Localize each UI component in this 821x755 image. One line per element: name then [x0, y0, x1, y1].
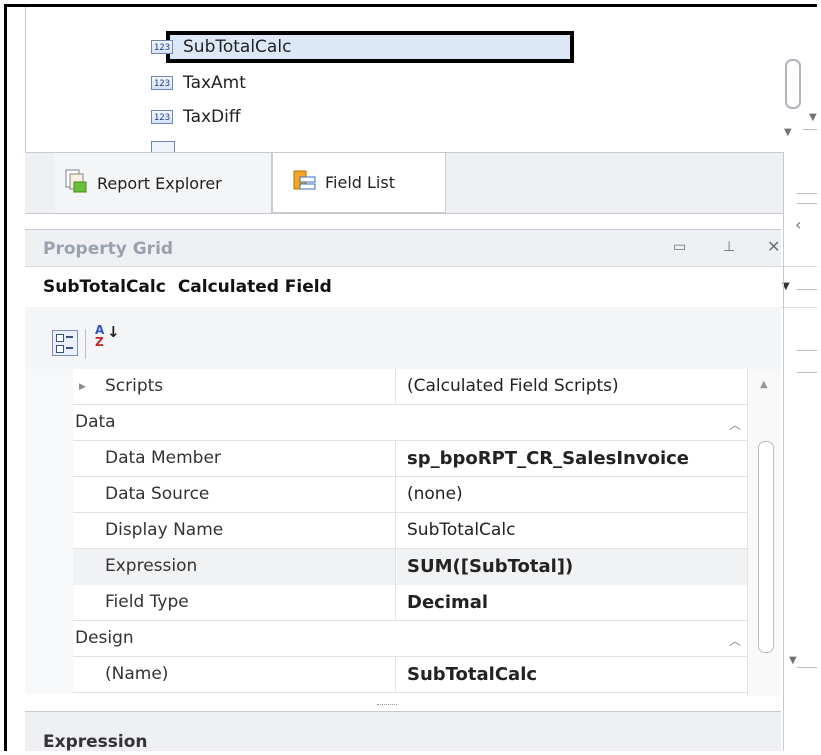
property-name: (Name)	[73, 657, 396, 693]
object-selector[interactable]: SubTotalCalc Calculated Field ▼	[25, 266, 817, 308]
property-value[interactable]: sp_bpoRPT_CR_SalesInvoice	[397, 441, 747, 477]
field-item-subtotalcalc[interactable]: 123 SubTotalCalc	[151, 33, 291, 61]
field-list-icon	[291, 168, 317, 198]
pin-icon[interactable]: ⊥	[723, 239, 735, 255]
property-value[interactable]: SubTotalCalc	[397, 513, 747, 549]
property-row-data-member[interactable]: Data Member sp_bpoRPT_CR_SalesInvoice	[25, 441, 781, 477]
divider	[797, 203, 817, 204]
selected-object-name: SubTotalCalc	[43, 277, 166, 297]
toolbar-separator	[85, 329, 86, 359]
close-icon[interactable]: ✕	[767, 237, 780, 256]
field-label: SubTotalCalc	[183, 37, 292, 57]
scroll-down-icon[interactable]: ▼	[784, 127, 792, 138]
field-label: TaxDiff	[183, 107, 241, 127]
property-value[interactable]: SubTotalCalc	[397, 657, 747, 693]
chevron-left-icon[interactable]: ‹	[795, 215, 801, 234]
number-field-icon: 123	[151, 76, 173, 90]
scroll-down-icon[interactable]: ▼	[789, 655, 797, 666]
description-panel: Expression	[25, 711, 781, 751]
property-row-scripts[interactable]: ▶ Scripts (Calculated Field Scripts)	[25, 369, 781, 405]
selected-object-type: Calculated Field	[177, 277, 332, 297]
chevron-up-icon[interactable]: ︿	[729, 632, 741, 649]
divider	[803, 129, 817, 130]
property-grid-header: Property Grid ▭ ⊥ ✕	[25, 229, 781, 267]
property-value[interactable]: (none)	[397, 477, 747, 513]
category-label: Design	[75, 628, 134, 648]
report-explorer-icon	[63, 168, 89, 198]
number-field-icon: 123	[151, 40, 173, 54]
property-row-display-name[interactable]: Display Name SubTotalCalc	[25, 513, 781, 549]
tab-report-explorer[interactable]: Report Explorer	[55, 153, 272, 213]
scroll-up-icon[interactable]: ▲	[760, 379, 768, 390]
arrow-down-icon: ↓	[107, 323, 120, 341]
category-row-data[interactable]: Data ︿	[25, 405, 781, 441]
divider	[797, 193, 817, 194]
property-value[interactable]: SUM([SubTotal])	[397, 549, 747, 585]
property-value[interactable]: (Calculated Field Scripts)	[397, 369, 747, 405]
field-label: TaxAmt	[183, 73, 246, 93]
panel-tab-strip: Report Explorer Field List	[25, 152, 783, 214]
scrollbar-thumb[interactable]	[758, 441, 774, 653]
tab-label: Report Explorer	[97, 173, 222, 193]
property-name: Data Member	[73, 441, 396, 477]
property-name: Data Source	[73, 477, 396, 513]
alphabetical-sort-icon[interactable]: A Z ↓	[95, 324, 120, 348]
outer-scrollbar-thumb[interactable]	[785, 59, 801, 109]
panel-edge	[783, 152, 784, 751]
field-item-taxamt[interactable]: 123 TaxAmt	[151, 69, 246, 97]
description-title: Expression	[43, 732, 148, 751]
property-row-name[interactable]: (Name) SubTotalCalc	[25, 657, 781, 693]
property-name: Display Name	[73, 513, 396, 549]
property-name: Field Type	[73, 585, 396, 621]
field-item-taxdiff[interactable]: 123 TaxDiff	[151, 103, 241, 131]
splitter-grip[interactable]	[377, 704, 397, 708]
chevron-up-icon[interactable]: ︿	[729, 416, 741, 433]
property-name: Scripts	[73, 369, 396, 405]
divider	[797, 372, 817, 373]
number-field-icon: 123	[151, 110, 173, 124]
restore-icon[interactable]: ▭	[673, 239, 686, 255]
divider	[797, 289, 817, 290]
tab-field-list[interactable]: Field List	[272, 153, 446, 213]
divider	[797, 350, 817, 351]
tab-label: Field List	[325, 173, 395, 192]
scroll-down-icon[interactable]: ▼	[809, 112, 817, 123]
category-label: Data	[75, 412, 116, 432]
divider	[797, 667, 817, 668]
category-row-design[interactable]: Design ︿	[25, 621, 781, 657]
property-value[interactable]: Decimal	[397, 585, 747, 621]
property-grid: ▶ Scripts (Calculated Field Scripts) Dat…	[25, 369, 781, 696]
property-row-field-type[interactable]: Field Type Decimal	[25, 585, 781, 621]
property-row-data-source[interactable]: Data Source (none)	[25, 477, 781, 513]
property-row-expression[interactable]: Expression SUM([SubTotal])	[25, 549, 781, 585]
panel-title: Property Grid	[43, 238, 174, 259]
property-name: Expression	[73, 549, 396, 585]
categorized-icon[interactable]	[52, 330, 78, 356]
field-list-panel: 123 SubTotalCalc 123 TaxAmt 123 TaxDiff	[25, 7, 793, 153]
designer-window: 123 SubTotalCalc 123 TaxAmt 123 TaxDiff …	[4, 4, 817, 751]
property-grid-toolbar: A Z ↓	[25, 307, 781, 370]
property-grid-scrollbar[interactable]: ▲	[747, 369, 781, 696]
